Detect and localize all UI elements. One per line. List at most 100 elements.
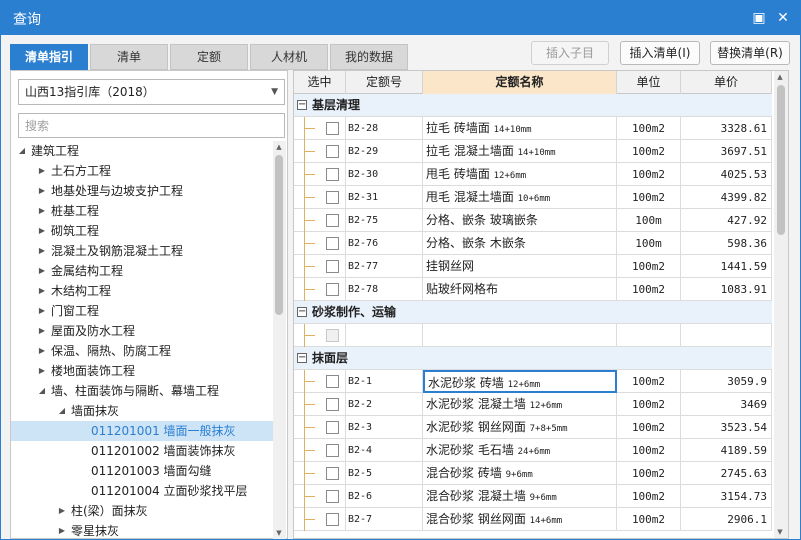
expand-icon[interactable]: ▶ — [57, 501, 67, 521]
row-checkbox[interactable] — [326, 214, 339, 227]
tree-node[interactable]: ▶ 保温、隔热、防腐工程 — [11, 341, 273, 361]
tab-my-data[interactable]: 我的数据 — [330, 44, 408, 70]
quota-name-cell[interactable]: 贴玻纤网格布 — [423, 278, 617, 301]
table-row[interactable]: B2-28 拉毛 砖墙面 14+10mm 100m2 3328.61 — [294, 117, 772, 140]
quota-name-cell[interactable]: 甩毛 混凝土墙面 10+6mm — [423, 186, 617, 209]
expand-icon[interactable]: ▶ — [37, 321, 47, 341]
quota-name-cell[interactable]: 拉毛 混凝土墙面 14+10mm — [423, 140, 617, 163]
tree-node[interactable]: ▶ 砌筑工程 — [11, 221, 273, 241]
table-row[interactable]: B2-3 水泥砂浆 钢丝网面 7+8+5mm 100m2 3523.54 — [294, 416, 772, 439]
tree-node[interactable]: ▶ 楼地面装饰工程 — [11, 361, 273, 381]
row-checkbox[interactable] — [326, 260, 339, 273]
replace-list-button[interactable]: 替换清单(R) — [710, 41, 790, 65]
title-bar[interactable]: 查询 ▣ ✕ — [1, 1, 800, 35]
scroll-up-icon[interactable]: ▲ — [774, 71, 786, 83]
collapse-icon[interactable]: − — [297, 100, 307, 110]
row-checkbox[interactable] — [326, 237, 339, 250]
row-checkbox[interactable] — [326, 122, 339, 135]
row-checkbox[interactable] — [326, 283, 339, 296]
row-checkbox[interactable] — [326, 513, 339, 526]
tree-scrollbar[interactable]: ▲ ▼ — [273, 141, 286, 539]
scroll-up-icon[interactable]: ▲ — [273, 141, 285, 153]
tree-node[interactable]: ▶ 木结构工程 — [11, 281, 273, 301]
group-row[interactable]: − 砂浆制作、运输 — [294, 301, 772, 324]
expand-icon[interactable]: ▶ — [37, 161, 47, 181]
quota-name-cell[interactable]: 分格、嵌条 玻璃嵌条 — [423, 209, 617, 232]
expand-icon[interactable]: ▶ — [37, 261, 47, 281]
table-row[interactable]: B2-6 混合砂浆 混凝土墙 9+6mm 100m2 3154.73 — [294, 485, 772, 508]
insert-child-button[interactable]: 插入子目 — [531, 41, 609, 65]
scroll-down-icon[interactable]: ▼ — [273, 527, 285, 539]
quota-name-cell[interactable]: 拉毛 砖墙面 14+10mm — [423, 117, 617, 140]
expand-icon[interactable]: ▶ — [37, 241, 47, 261]
tree-leaf[interactable]: 011201004 立面砂浆找平层 — [11, 481, 273, 501]
table-row[interactable]: B2-31 甩毛 混凝土墙面 10+6mm 100m2 4399.82 — [294, 186, 772, 209]
table-row[interactable] — [294, 324, 772, 347]
collapse-icon[interactable]: − — [297, 353, 307, 363]
scroll-thumb[interactable] — [777, 85, 785, 235]
table-row[interactable]: B2-4 水泥砂浆 毛石墙 24+6mm 100m2 4189.59 — [294, 439, 772, 462]
tree-node[interactable]: ▶ 门窗工程 — [11, 301, 273, 321]
tree-node[interactable]: ▶ 混凝土及钢筋混凝土工程 — [11, 241, 273, 261]
tree-node[interactable]: ▶ 零星抹灰 — [11, 521, 273, 539]
quota-name-cell[interactable]: 挂钢丝网 — [423, 255, 617, 278]
scroll-down-icon[interactable]: ▼ — [774, 526, 786, 538]
row-checkbox[interactable] — [326, 421, 339, 434]
table-row[interactable]: B2-76 分格、嵌条 木嵌条 100m 598.36 — [294, 232, 772, 255]
tree-node[interactable]: ▶ 桩基工程 — [11, 201, 273, 221]
library-select[interactable]: 山西13指引库（2018） ▼ — [18, 79, 285, 105]
expand-icon[interactable]: ▶ — [37, 341, 47, 361]
table-row[interactable]: B2-1 水泥砂浆 砖墙 12+6mm 100m2 3059.9 — [294, 370, 772, 393]
tree-node[interactable]: ◢ 墙面抹灰 — [11, 401, 273, 421]
row-checkbox[interactable] — [326, 490, 339, 503]
tree-node[interactable]: ▶ 地基处理与边坡支护工程 — [11, 181, 273, 201]
tree-node[interactable]: ◢ 墙、柱面装饰与隔断、幕墙工程 — [11, 381, 273, 401]
quota-name-cell[interactable] — [423, 324, 617, 347]
group-row[interactable]: − 抹面层 — [294, 347, 772, 370]
expand-icon[interactable]: ▶ — [37, 181, 47, 201]
tab-quota[interactable]: 定额 — [170, 44, 248, 70]
tab-materials[interactable]: 人材机 — [250, 44, 328, 70]
table-row[interactable]: B2-75 分格、嵌条 玻璃嵌条 100m 427.92 — [294, 209, 772, 232]
row-checkbox[interactable] — [326, 444, 339, 457]
table-row[interactable]: B2-5 混合砂浆 砖墙 9+6mm 100m2 2745.63 — [294, 462, 772, 485]
table-row[interactable]: B2-78 贴玻纤网格布 100m2 1083.91 — [294, 278, 772, 301]
row-checkbox[interactable] — [326, 191, 339, 204]
quota-name-cell[interactable]: 混合砂浆 钢丝网面 14+6mm — [423, 508, 617, 531]
group-row[interactable]: − 基层清理 — [294, 94, 772, 117]
quota-name-cell[interactable]: 水泥砂浆 钢丝网面 7+8+5mm — [423, 416, 617, 439]
tree-node[interactable]: ▶ 土石方工程 — [11, 161, 273, 181]
collapse-icon[interactable]: ◢ — [17, 141, 27, 161]
expand-icon[interactable]: ▶ — [37, 221, 47, 241]
row-checkbox[interactable] — [326, 329, 339, 342]
quota-name-cell[interactable]: 水泥砂浆 混凝土墙 12+6mm — [423, 393, 617, 416]
row-checkbox[interactable] — [326, 398, 339, 411]
table-row[interactable]: B2-29 拉毛 混凝土墙面 14+10mm 100m2 3697.51 — [294, 140, 772, 163]
collapse-icon[interactable]: − — [297, 307, 307, 317]
quota-name-cell[interactable]: 甩毛 砖墙面 12+6mm — [423, 163, 617, 186]
collapse-icon[interactable]: ◢ — [57, 401, 67, 421]
expand-icon[interactable]: ▶ — [37, 281, 47, 301]
table-row[interactable]: B2-7 混合砂浆 钢丝网面 14+6mm 100m2 2906.1 — [294, 508, 772, 531]
expand-icon[interactable]: ▶ — [57, 521, 67, 539]
quota-name-cell[interactable]: 水泥砂浆 砖墙 12+6mm — [423, 370, 617, 393]
quota-name-cell[interactable]: 水泥砂浆 毛石墙 24+6mm — [423, 439, 617, 462]
insert-list-button[interactable]: 插入清单(I) — [620, 41, 700, 65]
tree-node[interactable]: ▶ 金属结构工程 — [11, 261, 273, 281]
table-row[interactable]: B2-2 水泥砂浆 混凝土墙 12+6mm 100m2 3469 — [294, 393, 772, 416]
expand-icon[interactable]: ▶ — [37, 361, 47, 381]
close-icon[interactable]: ✕ — [773, 8, 793, 28]
tree-node[interactable]: ▶ 柱(梁）面抹灰 — [11, 501, 273, 521]
tree-leaf[interactable]: 011201001 墙面一般抹灰 — [11, 421, 273, 441]
row-checkbox[interactable] — [326, 168, 339, 181]
tree-node[interactable]: ▶ 屋面及防水工程 — [11, 321, 273, 341]
table-row[interactable]: B2-77 挂钢丝网 100m2 1441.59 — [294, 255, 772, 278]
quota-name-cell[interactable]: 混合砂浆 砖墙 9+6mm — [423, 462, 617, 485]
row-checkbox[interactable] — [326, 375, 339, 388]
table-row[interactable]: B2-30 甩毛 砖墙面 12+6mm 100m2 4025.53 — [294, 163, 772, 186]
grid-scrollbar[interactable]: ▲ ▼ — [774, 71, 788, 538]
collapse-icon[interactable]: ◢ — [37, 381, 47, 401]
expand-icon[interactable]: ▶ — [37, 201, 47, 221]
tab-list[interactable]: 清单 — [90, 44, 168, 70]
row-checkbox[interactable] — [326, 145, 339, 158]
